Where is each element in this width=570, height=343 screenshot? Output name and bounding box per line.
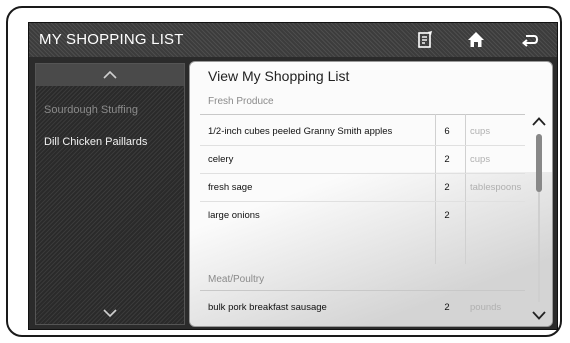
section-divider [200, 290, 525, 291]
item-name: fresh sage [208, 182, 253, 193]
chevron-up-icon [103, 71, 117, 79]
list-item[interactable]: 1/2-inch cubes peeled Granny Smith apple… [200, 118, 525, 146]
item-unit: cups [470, 154, 491, 165]
list-item[interactable]: fresh sage 2 tablespoons [200, 174, 525, 202]
item-name: 1/2-inch cubes peeled Granny Smith apple… [208, 126, 393, 137]
title-bar: MY SHOPPING LIST [29, 23, 557, 57]
home-icon[interactable] [465, 29, 487, 51]
sidebar-scroll-up-button[interactable] [36, 64, 184, 86]
item-unit: tablespoons [470, 182, 522, 193]
item-name: large onions [208, 210, 260, 221]
sidebar-scroll-down-button[interactable] [36, 302, 184, 324]
item-unit: pounds [470, 302, 502, 313]
list-scroll-down-button[interactable] [528, 306, 550, 324]
sidebar-item-sourdough-stuffing[interactable]: Sourdough Stuffing [44, 104, 138, 116]
section-heading-fresh-produce: Fresh Produce [208, 96, 274, 107]
chevron-down-icon [103, 309, 117, 317]
scrollbar-thumb[interactable] [536, 134, 542, 192]
recipe-sidebar: Sourdough Stuffing Dill Chicken Paillard… [35, 63, 185, 325]
section-heading-meat-poultry: Meat/Poultry [208, 274, 265, 285]
item-quantity: 2 [444, 154, 450, 165]
item-name: bulk pork breakfast sausage [208, 302, 327, 313]
list-item[interactable]: bulk pork breakfast sausage 2 pounds [200, 294, 525, 322]
item-quantity: 2 [444, 182, 450, 193]
list-scroll-up-button[interactable] [528, 112, 550, 130]
chevron-up-icon [532, 116, 546, 126]
panel-title: View My Shopping List [208, 68, 350, 84]
sidebar-item-dill-chicken-paillards[interactable]: Dill Chicken Paillards [44, 136, 147, 148]
list-item[interactable]: large onions 2 [200, 202, 525, 230]
list-edit-icon[interactable] [414, 29, 436, 51]
chevron-down-icon [532, 310, 546, 320]
item-quantity: 2 [444, 302, 450, 313]
screen: MY SHOPPING LIST Sourdough Stuffing Dill… [28, 22, 558, 330]
app-title: MY SHOPPING LIST [39, 31, 184, 48]
back-icon[interactable] [519, 29, 541, 51]
item-quantity: 6 [444, 126, 450, 137]
list-item[interactable]: celery 2 cups [200, 146, 525, 174]
device-frame: MY SHOPPING LIST Sourdough Stuffing Dill… [6, 6, 562, 337]
shopping-list-panel: View My Shopping List Fresh Produce 1/2-… [189, 61, 553, 327]
item-quantity: 2 [444, 210, 450, 221]
item-name: celery [208, 154, 234, 165]
section-divider [200, 114, 525, 115]
item-unit: cups [470, 126, 491, 137]
